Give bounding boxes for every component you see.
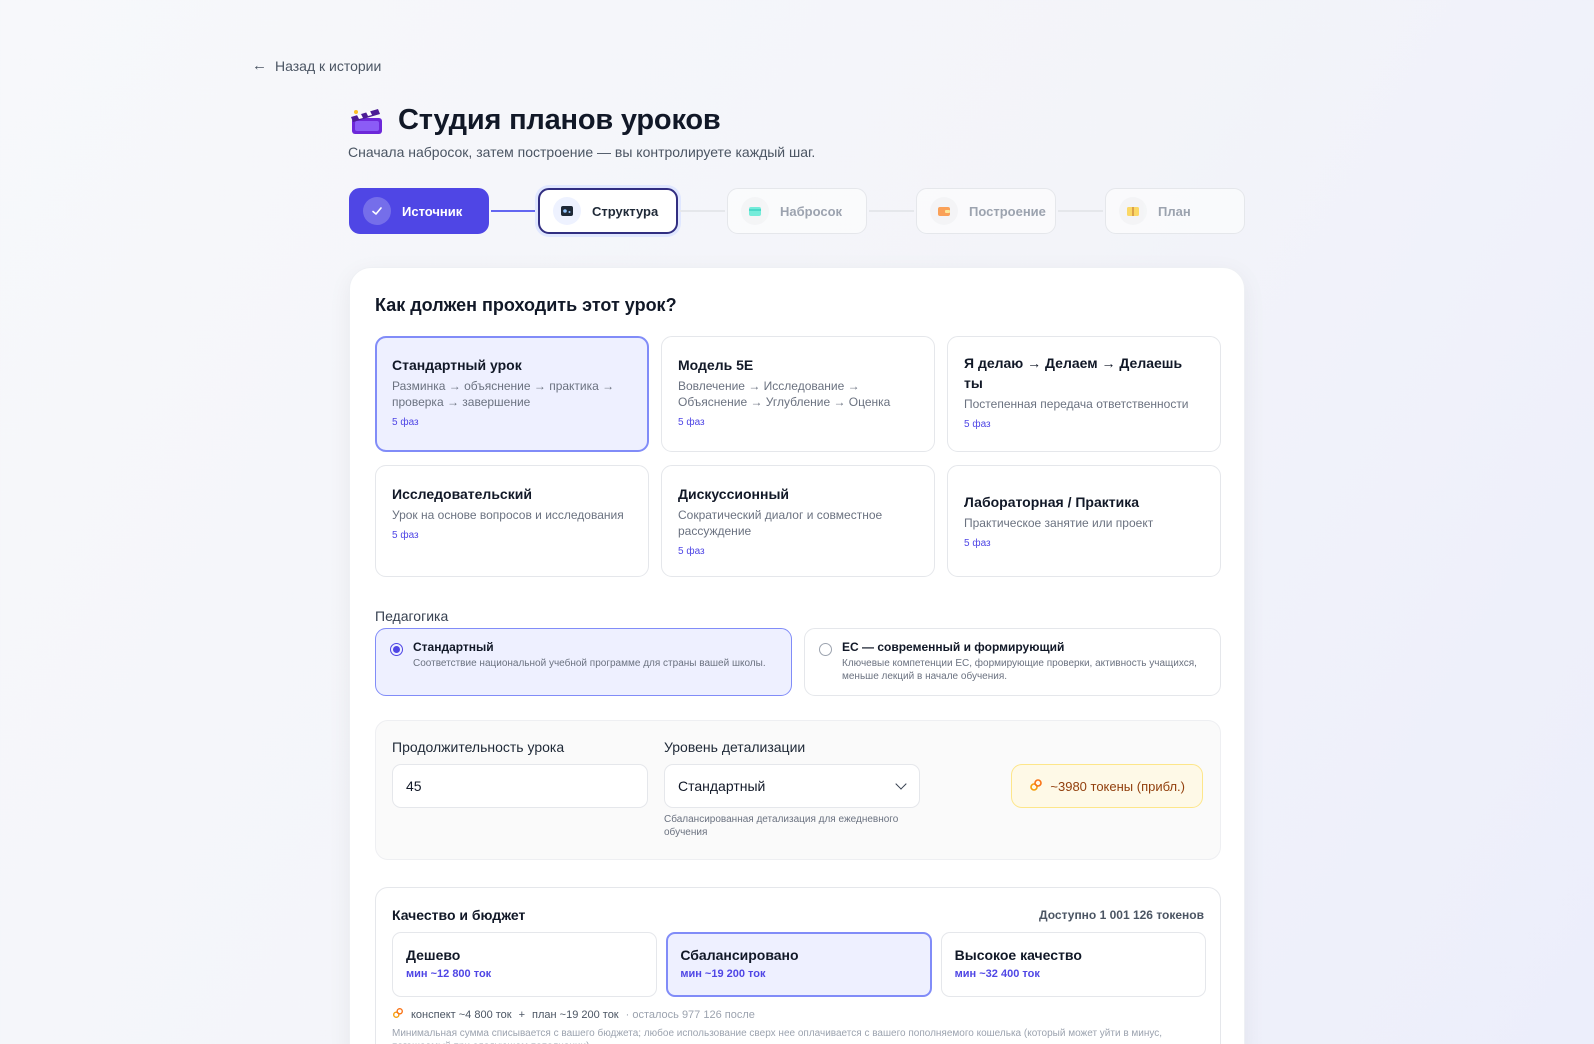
template-desc: Разминка → объяснение → практика → прове… [392, 379, 615, 409]
pedagogy-option-desc: Ключевые компетенции ЕС, формирующие про… [842, 658, 1197, 682]
detail-level-value: Стандартный [678, 778, 766, 794]
arrow-left-icon: ← [252, 57, 267, 74]
pedagogy-option-name: ЕС — современный и формирующий [842, 640, 1065, 654]
card-icon [741, 197, 769, 225]
check-icon [363, 197, 391, 225]
step-outline[interactable]: Набросок [727, 188, 867, 234]
step-build-label: Построение [969, 203, 1046, 219]
wizard-stepper: Источник Структура Набросок Построение П… [349, 188, 1245, 234]
detail-level-select[interactable]: Стандартный [664, 764, 920, 808]
step-source-label: Источник [402, 203, 463, 219]
template-name: Дискуссионный [678, 486, 790, 502]
page-title: Студия планов уроков [398, 104, 721, 136]
book-icon [1119, 197, 1147, 225]
template-desc: Практическое занятие или проект [964, 516, 1154, 530]
template-name: Модель 5E [678, 357, 754, 373]
template-desc: Вовлечение → Исследование → Объяснение →… [678, 379, 891, 409]
structure-card: Как должен проходить этот урок? Стандарт… [349, 267, 1245, 1044]
template-5e-model[interactable]: Модель 5E Вовлечение → Исследование → Об… [661, 336, 935, 452]
quality-option-name: Сбалансировано [680, 947, 799, 963]
template-desc: Постепенная передача ответственности [964, 397, 1189, 411]
back-to-history-link[interactable]: ← Назад к истории [252, 57, 381, 74]
link-icon [392, 1007, 404, 1022]
pedagogy-option-name: Стандартный [413, 640, 494, 654]
template-phases: 5 фаз [678, 546, 705, 557]
pedagogy-option-desc: Соответствие национальной учебной програ… [413, 658, 766, 669]
wallet-icon [930, 197, 958, 225]
back-link-label: Назад к истории [275, 57, 382, 74]
radio-selected[interactable] [390, 643, 403, 656]
template-phases: 5 фаз [392, 530, 419, 541]
template-desc: Урок на основе вопросов и исследования [392, 508, 624, 522]
detail-level-label: Уровень детализации [664, 739, 806, 755]
duration-label: Продолжительность урока [392, 739, 565, 755]
chevron-down-icon [895, 778, 907, 790]
link-icon [1029, 778, 1043, 795]
gamepad-icon [553, 197, 581, 225]
quality-option-min: мин ~12 800 ток [406, 968, 492, 980]
step-source[interactable]: Источник [349, 188, 489, 234]
template-phases: 5 фаз [964, 538, 991, 549]
breakdown-outline: конспект ~4 800 ток [411, 1008, 512, 1021]
template-lab-practice[interactable]: Лабораторная / Практика Практическое зан… [947, 465, 1221, 577]
radio-unselected[interactable] [819, 643, 832, 656]
quality-option-cheap[interactable]: Дешево мин ~12 800 ток [392, 932, 658, 997]
template-i-do-we-do-you-do[interactable]: Я делаю → Делаем → Делаешь ты Постепенна… [947, 336, 1221, 452]
template-inquiry[interactable]: Исследовательский Урок на основе вопросо… [375, 465, 649, 577]
duration-input[interactable]: 45 [392, 764, 648, 808]
step-build[interactable]: Построение [916, 188, 1056, 234]
quality-option-name: Высокое качество [954, 947, 1082, 963]
lesson-template-grid: Стандартный урок Разминка → объяснение →… [375, 336, 1221, 577]
step-structure[interactable]: Структура [538, 188, 678, 234]
token-estimate-text: ~3980 токены (прибл.) [1050, 778, 1185, 794]
step-outline-label: Набросок [780, 203, 843, 219]
pedagogy-option-eu[interactable]: ЕС — современный и формирующий Ключевые … [804, 628, 1221, 696]
template-name: Исследовательский [392, 486, 532, 502]
quality-title: Качество и бюджет [392, 907, 526, 923]
quality-option-balanced[interactable]: Сбалансировано мин ~19 200 ток [666, 932, 932, 997]
quality-option-name: Дешево [406, 947, 461, 963]
budget-note: Минимальная сумма списывается с вашего б… [392, 1028, 1163, 1044]
page-header: Студия планов уроков Сначала набросок, з… [348, 104, 1248, 160]
template-discussion[interactable]: Дискуссионный Сократический диалог и сов… [661, 465, 935, 577]
pedagogy-label: Педагогика [375, 608, 449, 624]
step-connector [680, 210, 725, 212]
template-name: Я делаю → Делаем → Делаешь ты [964, 355, 1183, 391]
template-phases: 5 фаз [964, 419, 991, 430]
pedagogy-option-standard[interactable]: Стандартный Соответствие национальной уч… [375, 628, 792, 696]
breakdown-remaining: · осталось 977 126 после [625, 1008, 755, 1021]
breakdown-plan: план ~19 200 ток [532, 1008, 619, 1021]
detail-level-help: Сбалансированная детализация для ежеднев… [664, 814, 899, 838]
token-breakdown: конспект ~4 800 ток + план ~19 200 ток ·… [392, 1007, 755, 1022]
template-desc: Сократический диалог и совместное рассуж… [678, 508, 883, 538]
step-structure-label: Структура [592, 203, 659, 219]
quality-option-min: мин ~19 200 ток [680, 968, 766, 980]
breakdown-plus: + [518, 1008, 526, 1021]
lesson-settings-panel: Продолжительность урока 45 Уровень детал… [375, 720, 1221, 860]
step-connector [1058, 210, 1103, 212]
available-tokens: Доступно 1 001 126 токенов [1039, 908, 1204, 922]
quality-options: Дешево мин ~12 800 ток Сбалансировано ми… [392, 932, 1206, 997]
quality-option-min: мин ~32 400 ток [954, 968, 1040, 980]
structure-question: Как должен проходить этот урок? [375, 295, 677, 315]
step-plan[interactable]: План [1105, 188, 1245, 234]
quality-budget-panel: Качество и бюджет Доступно 1 001 126 ток… [375, 887, 1221, 1044]
template-phases: 5 фаз [392, 417, 419, 428]
step-connector [491, 210, 536, 212]
step-connector [869, 210, 914, 212]
page-subtitle: Сначала набросок, затем построение — вы … [348, 144, 816, 160]
template-standard[interactable]: Стандартный урок Разминка → объяснение →… [375, 336, 649, 452]
clapperboard-icon [348, 106, 386, 136]
step-plan-label: План [1158, 203, 1191, 219]
template-name: Стандартный урок [392, 357, 522, 373]
quality-option-high[interactable]: Высокое качество мин ~32 400 ток [940, 932, 1206, 997]
template-phases: 5 фаз [678, 417, 705, 428]
template-name: Лабораторная / Практика [964, 494, 1140, 510]
pedagogy-options: Стандартный Соответствие национальной уч… [375, 628, 1221, 696]
token-estimate-badge: ~3980 токены (прибл.) [1011, 764, 1203, 808]
